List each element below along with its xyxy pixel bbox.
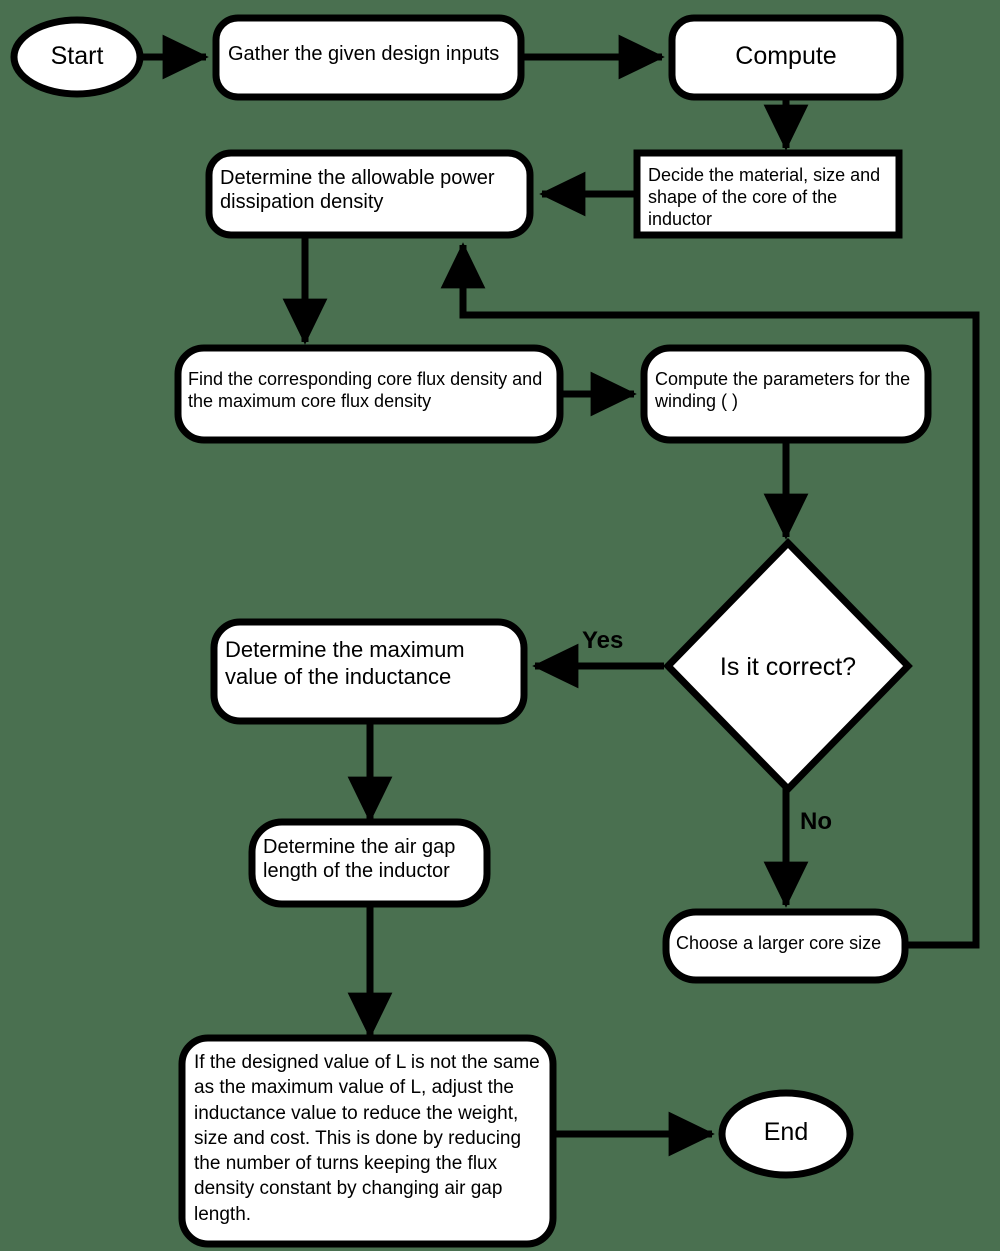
node-decide-core[interactable] xyxy=(633,149,903,239)
node-compute[interactable] xyxy=(668,14,904,101)
node-decision[interactable] xyxy=(663,537,913,795)
node-max-inductance[interactable] xyxy=(210,618,528,725)
node-winding-params[interactable] xyxy=(640,344,932,444)
node-end[interactable] xyxy=(718,1089,854,1179)
node-power-dissipation[interactable] xyxy=(205,149,534,239)
node-air-gap[interactable] xyxy=(248,818,491,908)
node-adjust-note[interactable] xyxy=(178,1034,557,1248)
node-gather-inputs[interactable] xyxy=(212,14,525,101)
node-flux-density[interactable] xyxy=(174,344,564,444)
node-larger-core[interactable] xyxy=(662,908,909,984)
node-start[interactable] xyxy=(10,16,144,98)
flowchart-canvas xyxy=(10,14,980,1248)
node-layer xyxy=(10,14,932,1248)
